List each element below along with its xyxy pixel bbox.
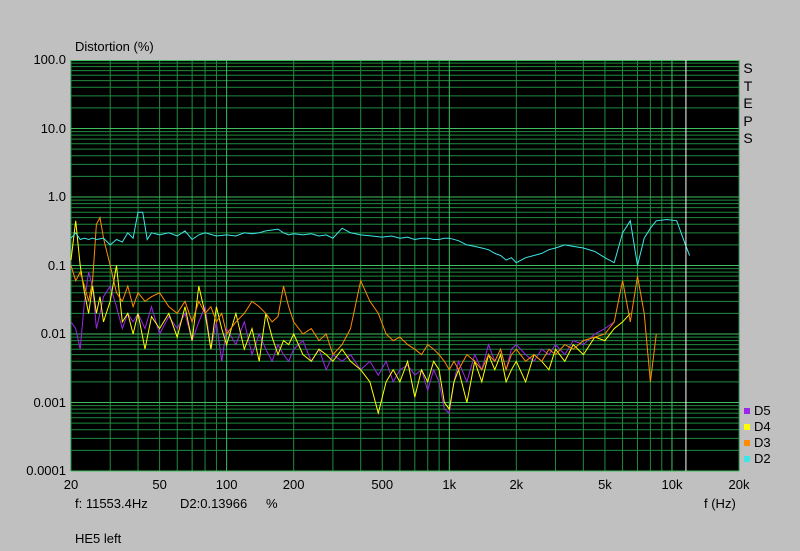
readout-value: D2:0.13966	[180, 496, 248, 511]
legend-swatch	[744, 456, 750, 462]
y-tick-label: 10.0	[40, 120, 66, 136]
y-tick-label: 0.01	[40, 326, 66, 341]
x-tick-label: 50	[152, 477, 167, 492]
x-tick-label: 1k	[442, 477, 457, 492]
steps-letter: E	[743, 95, 753, 111]
y-tick-label: 0.001	[33, 394, 66, 410]
legend-item-d4[interactable]: D4	[744, 419, 771, 435]
steps-letter: P	[743, 112, 753, 129]
steps-letter: S	[743, 60, 753, 76]
x-tick-label: 5k	[598, 477, 612, 492]
x-tick-label: 20	[63, 477, 79, 492]
steps-side-label[interactable]: STEPS	[741, 60, 755, 148]
x-tick-label: 10k	[661, 477, 683, 492]
legend-label: D2	[754, 451, 771, 466]
y-tick-label: 100.0	[33, 52, 66, 67]
x-tick-label: 500	[371, 477, 394, 492]
y-tick-label: 1.0	[47, 189, 66, 204]
x-tick-label: 200	[282, 477, 305, 492]
legend-label: D3	[754, 435, 771, 450]
readout-unit: %	[266, 496, 278, 511]
x-tick-label: 100	[215, 477, 238, 492]
y-tick-label: 0.0001	[26, 463, 66, 478]
x-tick-label: 2k	[509, 477, 524, 492]
legend-swatch	[744, 424, 750, 430]
steps-letter: S	[743, 130, 753, 146]
y-axis-title: Distortion (%)	[75, 39, 154, 54]
steps-letter: T	[743, 77, 753, 94]
legend-swatch	[744, 440, 750, 446]
x-axis-title: f (Hz)	[704, 496, 736, 511]
caption: HE5 left	[75, 531, 122, 546]
legend-label: D5	[754, 403, 771, 418]
readout-frequency: f: 11553.4Hz	[75, 496, 148, 511]
y-tick-label: 0.1	[47, 257, 66, 273]
legend-swatch	[744, 408, 750, 414]
x-tick-label: 20k	[728, 477, 750, 492]
chart-svg	[70, 60, 740, 472]
legend-item-d5[interactable]: D5	[744, 403, 771, 419]
legend-label: D4	[754, 419, 771, 434]
legend-item-d3[interactable]: D3	[744, 435, 771, 451]
legend-item-d2[interactable]: D2	[744, 451, 771, 467]
